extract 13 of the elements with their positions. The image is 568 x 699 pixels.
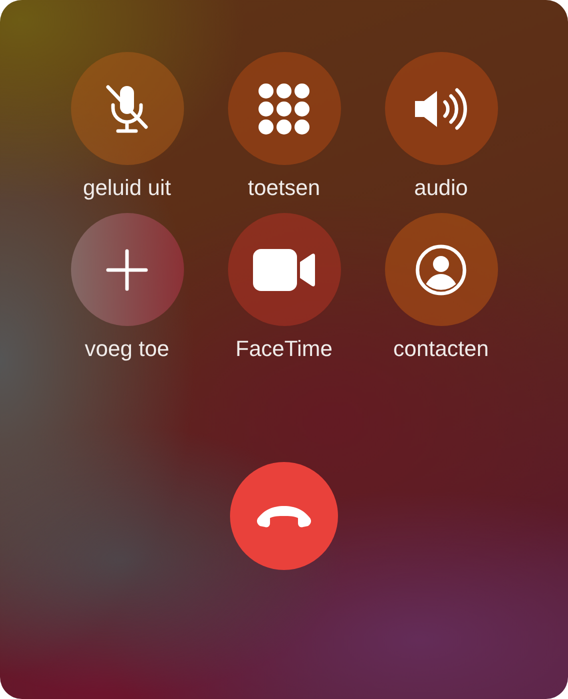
plus-icon — [106, 248, 148, 290]
button-label: voeg toe — [84, 336, 170, 362]
hang-up-icon — [255, 504, 313, 528]
button-label: FaceTime — [236, 336, 332, 362]
speaker-icon — [413, 86, 469, 132]
keypad-icon — [258, 82, 310, 134]
button-label: geluid uit — [82, 175, 172, 201]
button-label: audio — [414, 175, 468, 201]
video-camera-icon — [253, 248, 315, 290]
contact-icon — [415, 244, 467, 296]
button-label: contacten — [393, 336, 489, 362]
button-label: toetsen — [248, 175, 320, 201]
muted-microphone-icon — [104, 82, 150, 134]
